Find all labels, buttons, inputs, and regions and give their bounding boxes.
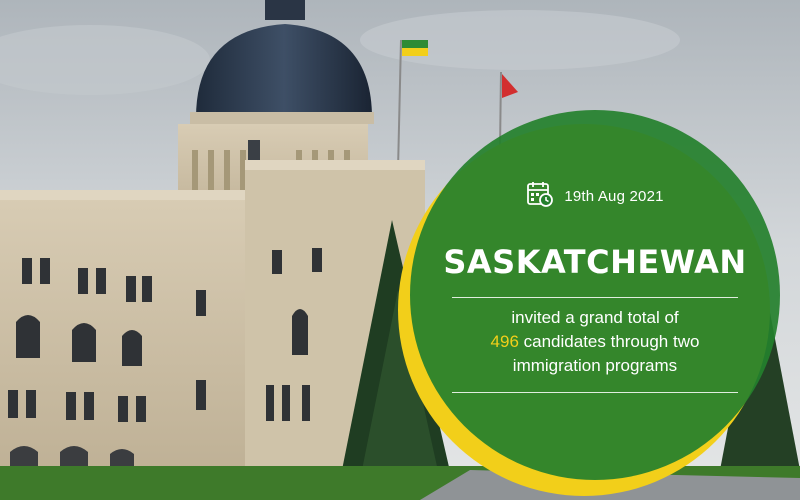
date-row: 19th Aug 2021 [440,180,750,213]
divider-top [452,297,738,298]
calendar-clock-icon [526,180,554,213]
message-line-2-rest: candidates through two [518,332,700,351]
post-date: 19th Aug 2021 [564,188,664,205]
message-line-3: immigration programs [512,356,678,375]
province-title: SASKATCHEWAN [443,243,747,281]
message-line-2: 496 candidates through two [440,330,750,354]
announcement-text: invited a grand total of 496 candidates … [440,306,750,378]
message-line-1: invited a grand total of [511,308,679,327]
announcement-card: 19th Aug 2021 SASKATCHEWAN invited a gra… [440,170,750,393]
divider-bottom [452,392,738,393]
candidate-count: 496 [490,332,519,351]
